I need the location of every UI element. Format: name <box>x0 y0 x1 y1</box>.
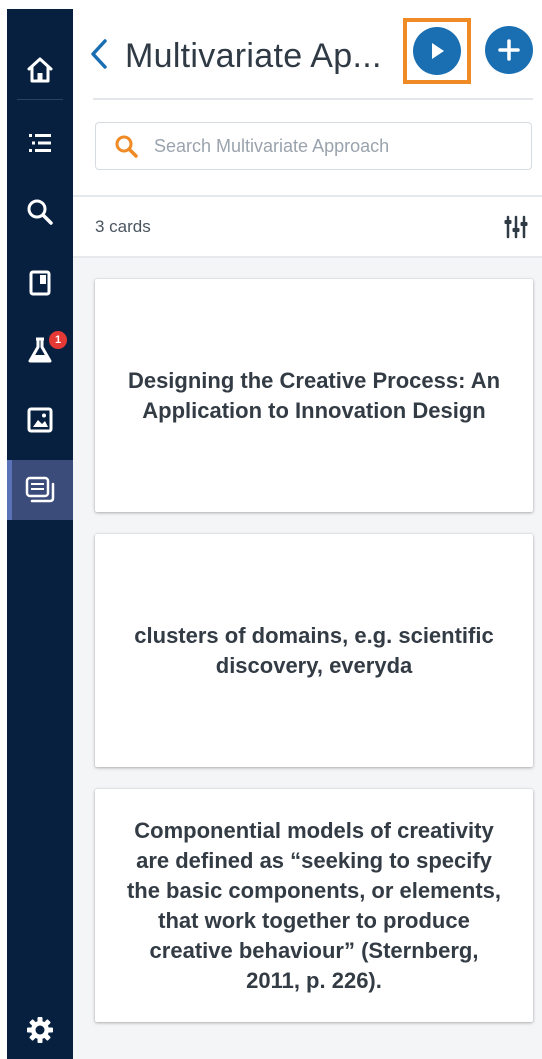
card-item[interactable]: clusters of domains, e.g. scientific dis… <box>95 534 533 767</box>
header-divider <box>93 98 533 100</box>
search-box[interactable] <box>95 122 532 170</box>
settings-icon <box>27 1017 53 1043</box>
card-item[interactable]: Componential models of creativity are de… <box>95 789 533 1022</box>
play-icon <box>432 43 444 59</box>
sidebar: 1 <box>7 9 73 1059</box>
page-title: Multivariate Ap... <box>125 37 382 75</box>
sidebar-item-images[interactable] <box>7 391 73 449</box>
plus-icon <box>498 39 520 61</box>
sidebar-item-door[interactable] <box>7 254 73 312</box>
sidebar-item-search[interactable] <box>7 183 73 241</box>
play-button-circle <box>413 27 461 75</box>
sidebar-item-cards[interactable] <box>7 460 73 520</box>
cards-icon <box>25 476 55 503</box>
back-chevron-icon[interactable] <box>87 37 111 71</box>
search-input[interactable] <box>152 134 516 158</box>
play-button[interactable] <box>403 18 471 84</box>
card-text: clusters of domains, e.g. scientific dis… <box>134 622 494 678</box>
toolbar-divider <box>73 195 542 197</box>
add-card-button[interactable] <box>485 26 533 74</box>
search-icon <box>27 199 53 225</box>
sidebar-item-settings[interactable] <box>7 1001 73 1059</box>
card-count: 3 cards <box>95 217 151 236</box>
home-icon <box>27 57 53 83</box>
card-text: Designing the Creative Process: An Appli… <box>127 367 501 423</box>
filter-sliders-icon[interactable] <box>504 214 528 240</box>
sidebar-item-outline[interactable] <box>7 114 73 172</box>
sidebar-item-lab[interactable]: 1 <box>7 321 73 379</box>
door-icon <box>29 270 51 296</box>
image-icon <box>27 407 53 433</box>
search-icon <box>115 135 138 158</box>
sidebar-item-home[interactable] <box>7 41 73 99</box>
card-item[interactable]: Designing the Creative Process: An Appli… <box>95 279 533 512</box>
list-icon <box>29 134 51 152</box>
notification-badge: 1 <box>47 329 69 351</box>
header: Multivariate Ap... <box>73 9 542 98</box>
card-text: Componential models of creativity are de… <box>126 817 502 993</box>
